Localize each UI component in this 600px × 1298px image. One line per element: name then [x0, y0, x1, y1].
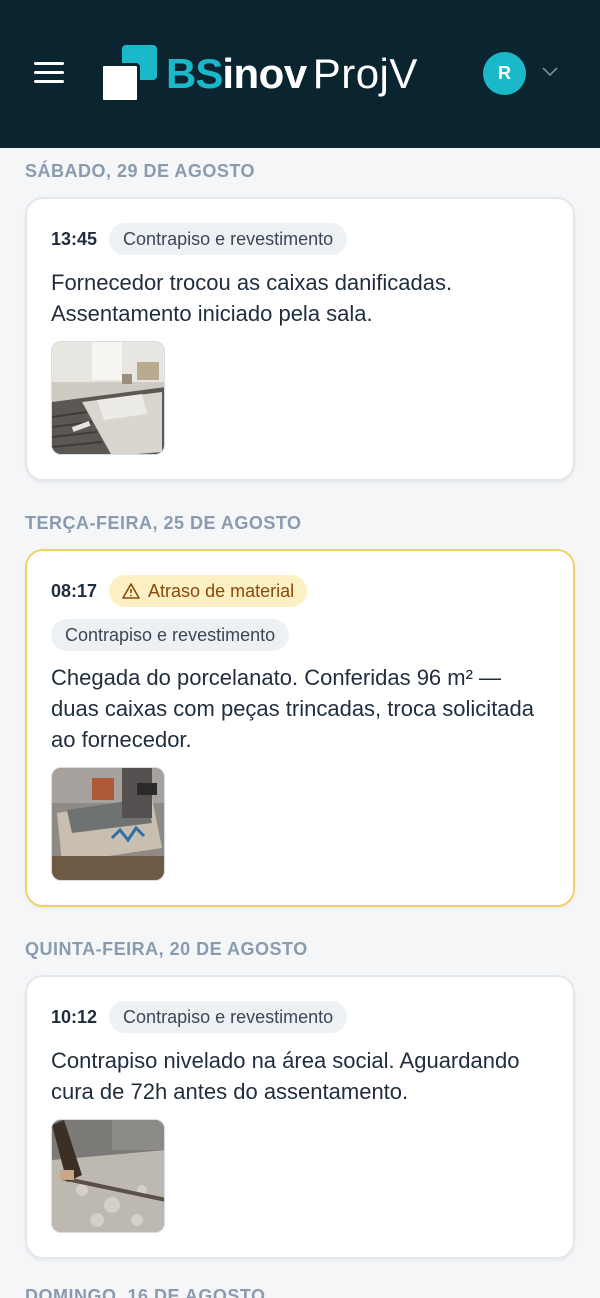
- entry-time: 13:45: [51, 228, 98, 249]
- log-entry-card[interactable]: 10:12 Contrapiso e revestimento Contrapi…: [25, 975, 575, 1259]
- entry-text: Fornecedor trocou as caixas danificadas.…: [51, 270, 453, 326]
- alert-label: Atraso de material: [148, 581, 295, 601]
- category-tag: Contrapiso e revestimento: [109, 1001, 348, 1033]
- logo-text-inov: inov: [222, 50, 307, 97]
- date-header-next: DOMINGO, 16 DE AGOSTO: [25, 1286, 266, 1298]
- user-avatar[interactable]: R: [483, 52, 526, 95]
- entry-meta: 10:12 Contrapiso e revestimento: [51, 1001, 348, 1033]
- avatar-initial: R: [498, 63, 511, 83]
- entry-meta: 13:45 Contrapiso e revestimento: [51, 223, 348, 255]
- date-header: TERÇA-FEIRA, 25 DE AGOSTO: [25, 513, 302, 533]
- entry-meta: 08:17 Atraso de material: [51, 575, 308, 607]
- category-tag: Contrapiso e revestimento: [109, 223, 348, 255]
- logo-text-bs: BS: [166, 50, 223, 97]
- log-entry-card-alert[interactable]: 08:17 Atraso de material Contrapiso e re…: [25, 549, 575, 907]
- warning-icon: [122, 583, 140, 599]
- logo-text-proj: ProjV: [312, 50, 418, 97]
- entry-time: 10:12: [51, 1006, 98, 1027]
- entry-tags: Contrapiso e revestimento: [51, 619, 290, 651]
- tile-floor-photo[interactable]: [51, 341, 165, 455]
- logo-mark-icon: [100, 45, 158, 103]
- app-logo: BS inov ProjV: [100, 44, 418, 104]
- porcelain-boxes-photo[interactable]: [51, 767, 165, 881]
- entry-text: Contrapiso nivelado na área social. Agua…: [51, 1048, 520, 1104]
- menu-icon[interactable]: [34, 62, 64, 84]
- category-tag: Contrapiso e revestimento: [51, 619, 290, 651]
- screed-leveling-photo[interactable]: [51, 1119, 165, 1233]
- entry-text: Chegada do porcelanato. Conferidas 96 m²…: [51, 665, 535, 752]
- log-entry-card[interactable]: 13:45 Contrapiso e revestimento Forneced…: [25, 197, 575, 481]
- date-header: SÁBADO, 29 DE AGOSTO: [25, 161, 256, 181]
- entry-time: 08:17: [51, 580, 98, 601]
- top-app-bar: BS inov ProjV R: [0, 0, 600, 148]
- alert-badge: Atraso de material: [109, 575, 308, 607]
- date-header: QUINTA-FEIRA, 20 DE AGOSTO: [25, 939, 308, 959]
- chevron-down-icon[interactable]: [542, 64, 558, 80]
